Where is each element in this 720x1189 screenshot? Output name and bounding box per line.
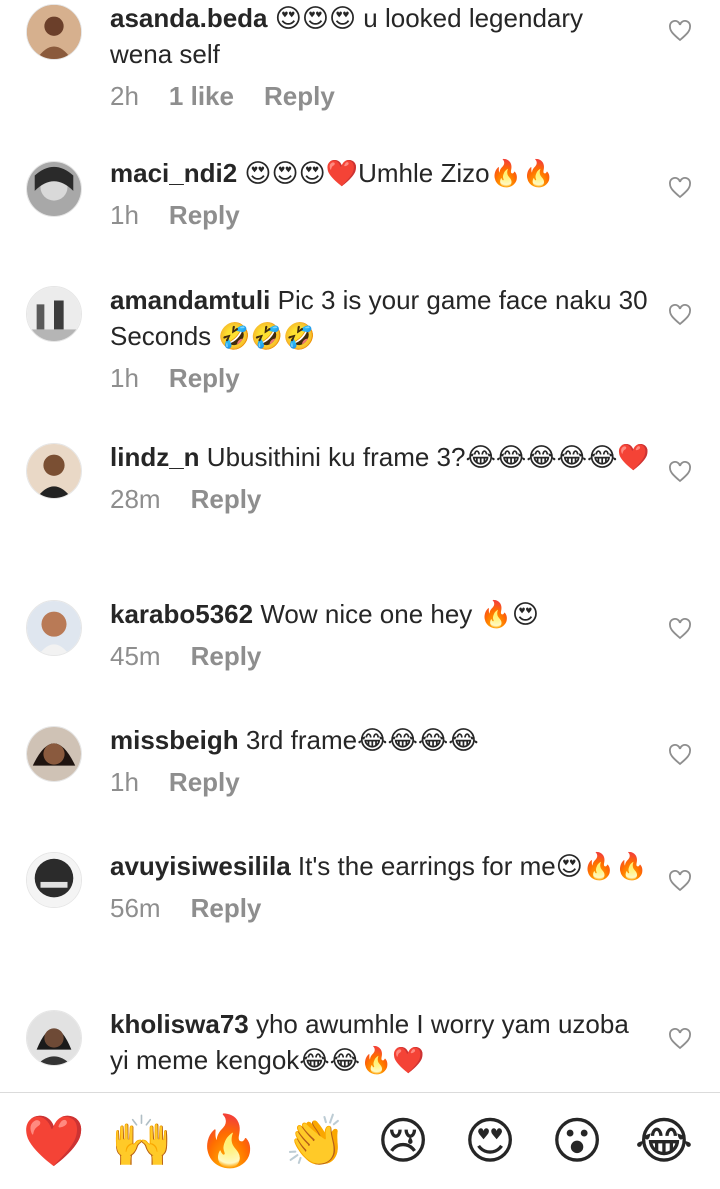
comment-meta: 1h Reply — [110, 1084, 650, 1092]
avatar[interactable] — [26, 600, 82, 656]
comment-body: Wow nice one hey 🔥😍 — [253, 599, 540, 629]
comment-text: maci_ndi2 😍😍😍❤️Umhle Zizo🔥🔥 — [110, 155, 650, 191]
comment-text: amandamtuli Pic 3 is your game face naku… — [110, 282, 650, 354]
comment-text: avuyisiwesilila It's the earrings for me… — [110, 848, 650, 884]
avatar[interactable] — [26, 726, 82, 782]
comments-list: asanda.beda 😍😍😍 u looked legendary wena … — [0, 0, 720, 1092]
like-heart-icon[interactable] — [668, 618, 692, 640]
comment-text: karabo5362 Wow nice one hey 🔥😍 — [110, 596, 650, 632]
like-heart-icon[interactable] — [668, 20, 692, 42]
comment-emoji: 😍😍😍 — [274, 3, 357, 33]
comment-time: 1h — [110, 1084, 139, 1092]
reply-button[interactable]: Reply — [169, 360, 240, 396]
reply-button[interactable]: Reply — [169, 197, 240, 233]
comment-meta: 1h Reply — [110, 197, 650, 233]
comment-meta: 56m Reply — [110, 890, 650, 926]
avatar[interactable] — [26, 161, 82, 217]
comment-text: kholiswa73 yho awumhle I worry yam uzoba… — [110, 1006, 650, 1078]
comment-time: 45m — [110, 641, 161, 671]
reply-button[interactable]: Reply — [169, 764, 240, 800]
comment-username[interactable]: avuyisiwesilila — [110, 851, 291, 881]
comment-time: 1h — [110, 767, 139, 797]
comment-body: Ubusithini ku frame 3?😂😂😂😂😂❤️ — [199, 442, 650, 472]
comment-time: 1h — [110, 200, 139, 230]
quick-reactions-bar: ❤️ 🙌 🔥 👏 😢 😍 😮 😂 — [0, 1093, 720, 1189]
reply-button[interactable]: Reply — [264, 78, 335, 114]
comment-likes[interactable]: 1 like — [169, 78, 234, 114]
comment-username[interactable]: maci_ndi2 — [110, 158, 237, 188]
surprised-face-icon[interactable]: 😮 — [545, 1109, 609, 1173]
comment-meta: 2h 1 like Reply — [110, 78, 650, 114]
comment-meta: 45m Reply — [110, 638, 650, 674]
red-heart-icon[interactable]: ❤️ — [22, 1109, 86, 1173]
comment-time: 28m — [110, 484, 161, 514]
comment-username[interactable]: karabo5362 — [110, 599, 253, 629]
like-heart-icon[interactable] — [668, 304, 692, 326]
reply-button[interactable]: Reply — [191, 481, 262, 517]
comment-time: 2h — [110, 81, 139, 111]
reply-button[interactable]: Reply — [169, 1084, 240, 1092]
tears-of-joy-icon[interactable]: 😂 — [632, 1109, 696, 1173]
avatar[interactable] — [26, 4, 82, 60]
reply-button[interactable]: Reply — [191, 638, 262, 674]
raising-hands-icon[interactable]: 🙌 — [110, 1109, 174, 1173]
like-heart-icon[interactable] — [668, 461, 692, 483]
comment-username[interactable]: lindz_n — [110, 442, 200, 472]
comment-body: Umhle Zizo🔥🔥 — [358, 158, 555, 188]
comment-text: asanda.beda 😍😍😍 u looked legendary wena … — [110, 0, 650, 72]
comment-meta: 28m Reply — [110, 481, 650, 517]
crying-face-icon[interactable]: 😢 — [371, 1109, 435, 1173]
avatar[interactable] — [26, 1010, 82, 1066]
comment-time: 56m — [110, 893, 161, 923]
clapping-hands-icon[interactable]: 👏 — [284, 1109, 348, 1173]
comment-meta: 1h Reply — [110, 360, 650, 396]
comment-text: lindz_n Ubusithini ku frame 3?😂😂😂😂😂❤️ — [110, 439, 650, 475]
like-heart-icon[interactable] — [668, 744, 692, 766]
comment-username[interactable]: asanda.beda — [110, 3, 268, 33]
comment-username[interactable]: missbeigh — [110, 725, 239, 755]
like-heart-icon[interactable] — [668, 1028, 692, 1050]
avatar[interactable] — [26, 852, 82, 908]
heart-eyes-icon[interactable]: 😍 — [458, 1109, 522, 1173]
like-heart-icon[interactable] — [668, 870, 692, 892]
comment-username[interactable]: amandamtuli — [110, 285, 270, 315]
avatar[interactable] — [26, 443, 82, 499]
comment-username[interactable]: kholiswa73 — [110, 1009, 249, 1039]
comment-emoji: 😍😍😍❤️ — [244, 158, 359, 188]
fire-icon[interactable]: 🔥 — [197, 1109, 261, 1173]
like-heart-icon[interactable] — [668, 177, 692, 199]
reply-button[interactable]: Reply — [191, 890, 262, 926]
avatar[interactable] — [26, 286, 82, 342]
comment-time: 1h — [110, 363, 139, 393]
comment-meta: 1h Reply — [110, 764, 650, 800]
comment-body: 3rd frame😂😂😂😂 — [238, 725, 479, 755]
comment-body: It's the earrings for me😍🔥🔥 — [290, 851, 648, 881]
comment-text: missbeigh 3rd frame😂😂😂😂 — [110, 722, 650, 758]
